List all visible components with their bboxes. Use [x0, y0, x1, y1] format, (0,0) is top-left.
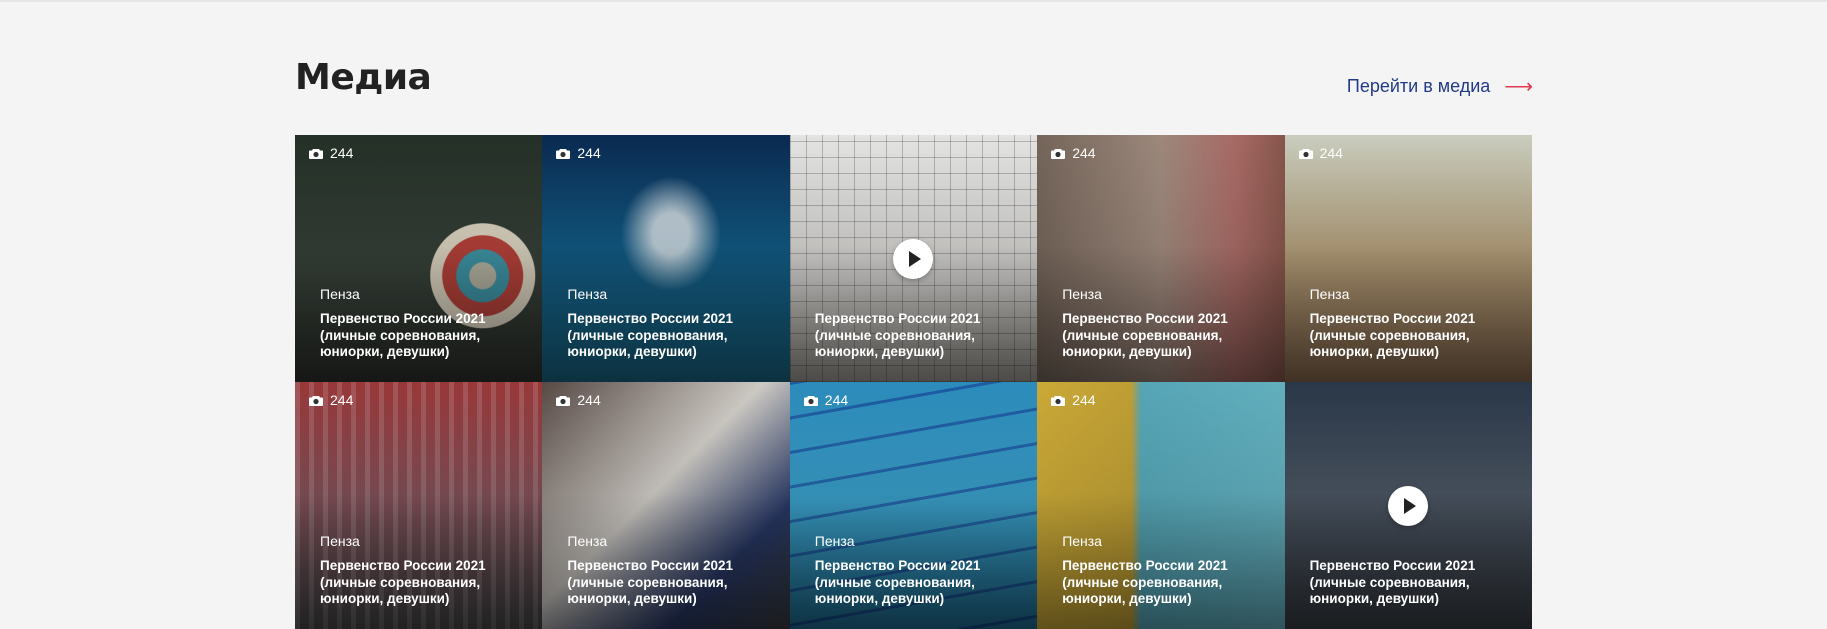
photo-counter: 244: [1298, 145, 1343, 161]
camera-icon: [309, 395, 323, 406]
tile-caption: Первенство России 2021 (личные соревнова…: [320, 558, 486, 606]
top-divider: [0, 0, 1827, 2]
photo-count: 244: [1072, 392, 1096, 408]
photo-counter: 244: [309, 145, 353, 161]
photo-count: 244: [824, 392, 849, 408]
camera-icon: [1051, 148, 1066, 159]
photo-count: 244: [577, 145, 601, 161]
tile-caption: Первенство России 2021 (личные соревнова…: [320, 311, 486, 359]
arrow-right-icon: ⟶: [1504, 75, 1533, 98]
section-title: Медиа: [295, 57, 432, 98]
camera-icon: [556, 148, 571, 159]
media-tile-volleyball[interactable]: Первенство России 2021 (личные соревнова…: [789, 135, 1038, 382]
tile-city: Пенза: [1062, 533, 1102, 549]
photo-counter: 244: [556, 392, 601, 408]
tile-city: Пенза: [1309, 286, 1350, 302]
tile-caption: Первенство России 2021 (личные соревнова…: [814, 558, 981, 606]
camera-icon: [1298, 148, 1313, 159]
media-tile-basketball[interactable]: 244 Пенза Первенство России 2021 (личные…: [295, 382, 543, 629]
tile-caption: Первенство России 2021 (личные соревнова…: [814, 311, 981, 359]
photo-counter: 244: [309, 392, 353, 408]
photo-count: 244: [330, 392, 354, 408]
photo-counter: 244: [1051, 145, 1096, 161]
tile-city: Пенза: [320, 286, 360, 302]
tile-city: Пенза: [814, 533, 855, 549]
photo-counter: 244: [556, 145, 601, 161]
camera-icon: [1051, 395, 1066, 406]
go-to-media-label: Перейти в медиа: [1346, 76, 1491, 96]
photo-count: 244: [330, 145, 354, 161]
media-tile-pool[interactable]: 244 Пенза Первенство России 2021 (личные…: [789, 382, 1038, 629]
media-tile-kids-gym[interactable]: 244 Пенза Первенство России 2021 (личные…: [1284, 135, 1532, 382]
photo-count: 244: [577, 392, 601, 408]
media-tile-cycling[interactable]: Первенство России 2021 (личные соревнова…: [1284, 382, 1532, 629]
tile-city: Пенза: [567, 533, 608, 549]
tile-city: Пенза: [320, 533, 360, 549]
tile-caption: Первенство России 2021 (личные соревнова…: [567, 558, 734, 606]
photo-count: 244: [1072, 145, 1096, 161]
camera-icon: [556, 395, 571, 406]
photo-counter: 244: [1051, 392, 1096, 408]
tile-caption: Первенство России 2021 (личные соревнова…: [1062, 558, 1228, 606]
photo-count: 244: [1319, 145, 1343, 161]
camera-icon: [803, 395, 818, 406]
play-icon[interactable]: [1388, 485, 1429, 526]
tile-caption: Первенство России 2021 (личные соревнова…: [1062, 311, 1228, 359]
photo-counter: 244: [803, 392, 849, 408]
play-icon[interactable]: [893, 238, 934, 279]
media-tile-archery[interactable]: 244 Пенза Первенство России 2021 (личные…: [295, 135, 543, 382]
media-tile-judo[interactable]: 244 Пенза Первенство России 2021 (личные…: [542, 382, 790, 629]
tile-caption: Первенство России 2021 (личные соревнова…: [1309, 311, 1476, 359]
go-to-media-link[interactable]: Перейти в медиа ⟶: [1347, 76, 1533, 97]
media-tile-swimming[interactable]: 244 Пенза Первенство России 2021 (личные…: [542, 135, 790, 382]
media-tile-fitness[interactable]: 244 Пенза Первенство России 2021 (личные…: [1037, 135, 1285, 382]
media-tile-climbing[interactable]: 244 Пенза Первенство России 2021 (личные…: [1037, 382, 1285, 629]
tile-caption: Первенство России 2021 (личные соревнова…: [567, 311, 734, 359]
tile-city: Пенза: [567, 286, 608, 302]
tile-city: Пенза: [1062, 286, 1102, 302]
camera-icon: [309, 148, 323, 159]
media-grid: 244 Пенза Первенство России 2021 (личные…: [295, 135, 1532, 629]
tile-caption: Первенство России 2021 (личные соревнова…: [1309, 558, 1476, 606]
